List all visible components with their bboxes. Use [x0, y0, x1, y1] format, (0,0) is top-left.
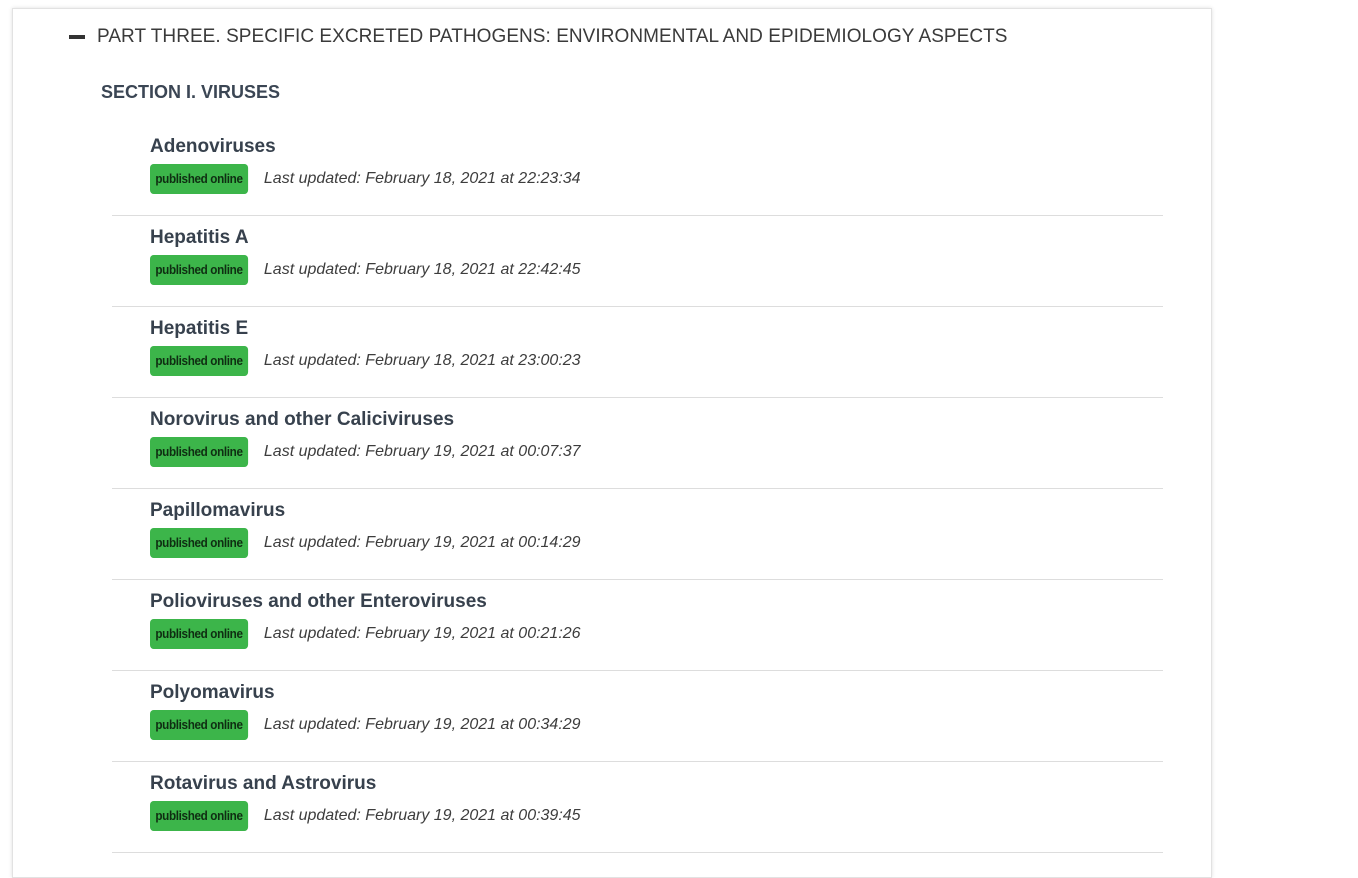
status-badge: published online: [150, 528, 249, 558]
chapter-status-row: published online Last updated: February …: [150, 619, 581, 649]
part-header[interactable]: PART THREE. SPECIFIC EXCRETED PATHOGENS:…: [69, 25, 1008, 49]
chapter-title-link[interactable]: Adenoviruses: [150, 135, 276, 159]
last-updated-text: Last updated: February 19, 2021 at 00:07…: [263, 443, 581, 460]
chapter-title-link[interactable]: Norovirus and other Caliciviruses: [150, 408, 454, 432]
chapter-status-row: published online Last updated: February …: [150, 528, 581, 558]
chapter-item: Hepatitis A published online Last update…: [112, 216, 1163, 307]
part-title[interactable]: PART THREE. SPECIFIC EXCRETED PATHOGENS:…: [97, 25, 1008, 49]
status-badge: published online: [150, 164, 249, 194]
status-badge: published online: [150, 255, 249, 285]
chapter-title-link[interactable]: Polyomavirus: [150, 681, 275, 705]
last-updated-text: Last updated: February 18, 2021 at 23:00…: [263, 352, 581, 369]
last-updated-text: Last updated: February 19, 2021 at 00:39…: [263, 807, 581, 824]
chapter-title-link[interactable]: Polioviruses and other Enteroviruses: [150, 590, 487, 614]
chapter-item: Polioviruses and other Enteroviruses pub…: [112, 580, 1163, 671]
status-badge: published online: [150, 710, 249, 740]
status-badge: published online: [150, 346, 249, 376]
chapter-title-link[interactable]: Hepatitis A: [150, 226, 249, 250]
last-updated-text: Last updated: February 18, 2021 at 22:23…: [263, 170, 581, 187]
status-badge: published online: [150, 801, 249, 831]
chapter-status-row: published online Last updated: February …: [150, 710, 581, 740]
table-of-contents-panel: PART THREE. SPECIFIC EXCRETED PATHOGENS:…: [12, 8, 1212, 878]
chapter-item: Norovirus and other Caliciviruses publis…: [112, 398, 1163, 489]
chapter-title-link[interactable]: Papillomavirus: [150, 499, 285, 523]
last-updated-text: Last updated: February 18, 2021 at 22:42…: [263, 261, 581, 278]
section-title: SECTION I. VIRUSES: [101, 82, 281, 102]
last-updated-text: Last updated: February 19, 2021 at 00:34…: [263, 716, 581, 733]
last-updated-text: Last updated: February 19, 2021 at 00:21…: [263, 625, 581, 642]
chapter-title-link[interactable]: Hepatitis E: [150, 317, 248, 341]
chapter-title-link[interactable]: Rotavirus and Astrovirus: [150, 772, 376, 796]
chapter-item: Papillomavirus published online Last upd…: [112, 489, 1163, 580]
minus-icon[interactable]: [69, 34, 85, 39]
chapter-status-row: published online Last updated: February …: [150, 801, 581, 831]
chapter-item: Adenoviruses published online Last updat…: [112, 125, 1163, 216]
status-badge: published online: [150, 619, 249, 649]
chapter-item: Rotavirus and Astrovirus published onlin…: [112, 762, 1163, 853]
chapter-list: Adenoviruses published online Last updat…: [112, 125, 1163, 853]
status-badge: published online: [150, 437, 249, 467]
chapter-item: Hepatitis E published online Last update…: [112, 307, 1163, 398]
chapter-status-row: published online Last updated: February …: [150, 346, 581, 376]
chapter-status-row: published online Last updated: February …: [150, 437, 581, 467]
chapter-item: Polyomavirus published online Last updat…: [112, 671, 1163, 762]
chapter-status-row: published online Last updated: February …: [150, 255, 581, 285]
last-updated-text: Last updated: February 19, 2021 at 00:14…: [263, 534, 581, 551]
chapter-status-row: published online Last updated: February …: [150, 164, 581, 194]
